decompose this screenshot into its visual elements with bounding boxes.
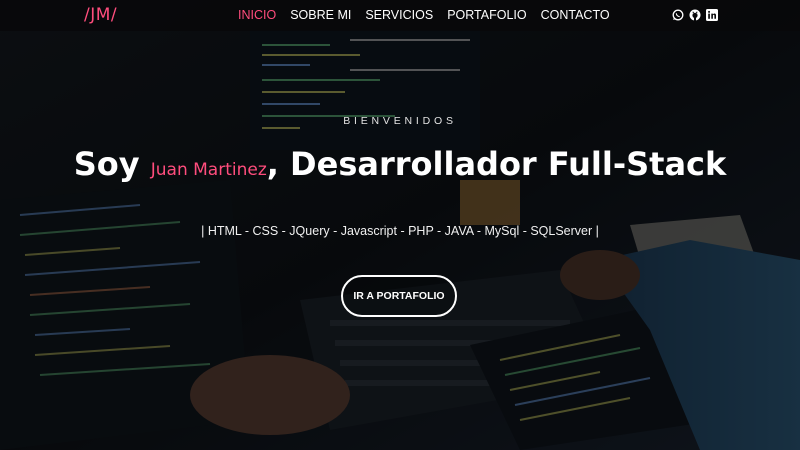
skills-list: | HTML - CSS - JQuery - Javascript - PHP… bbox=[201, 224, 599, 238]
hero-headline: Soy Juan Martinez, Desarrollador Full-St… bbox=[0, 145, 800, 183]
hero-section: BIENVENIDOS Soy Juan Martinez, Desarroll… bbox=[0, 0, 800, 450]
headline-prefix: Soy bbox=[73, 145, 151, 183]
hero-greeting: BIENVENIDOS bbox=[343, 115, 457, 127]
headline-name: Juan Martinez bbox=[150, 160, 267, 180]
headline-suffix: , Desarrollador Full-Stack bbox=[266, 145, 727, 183]
portfolio-cta-button[interactable]: IR A PORTAFOLIO bbox=[341, 275, 457, 317]
